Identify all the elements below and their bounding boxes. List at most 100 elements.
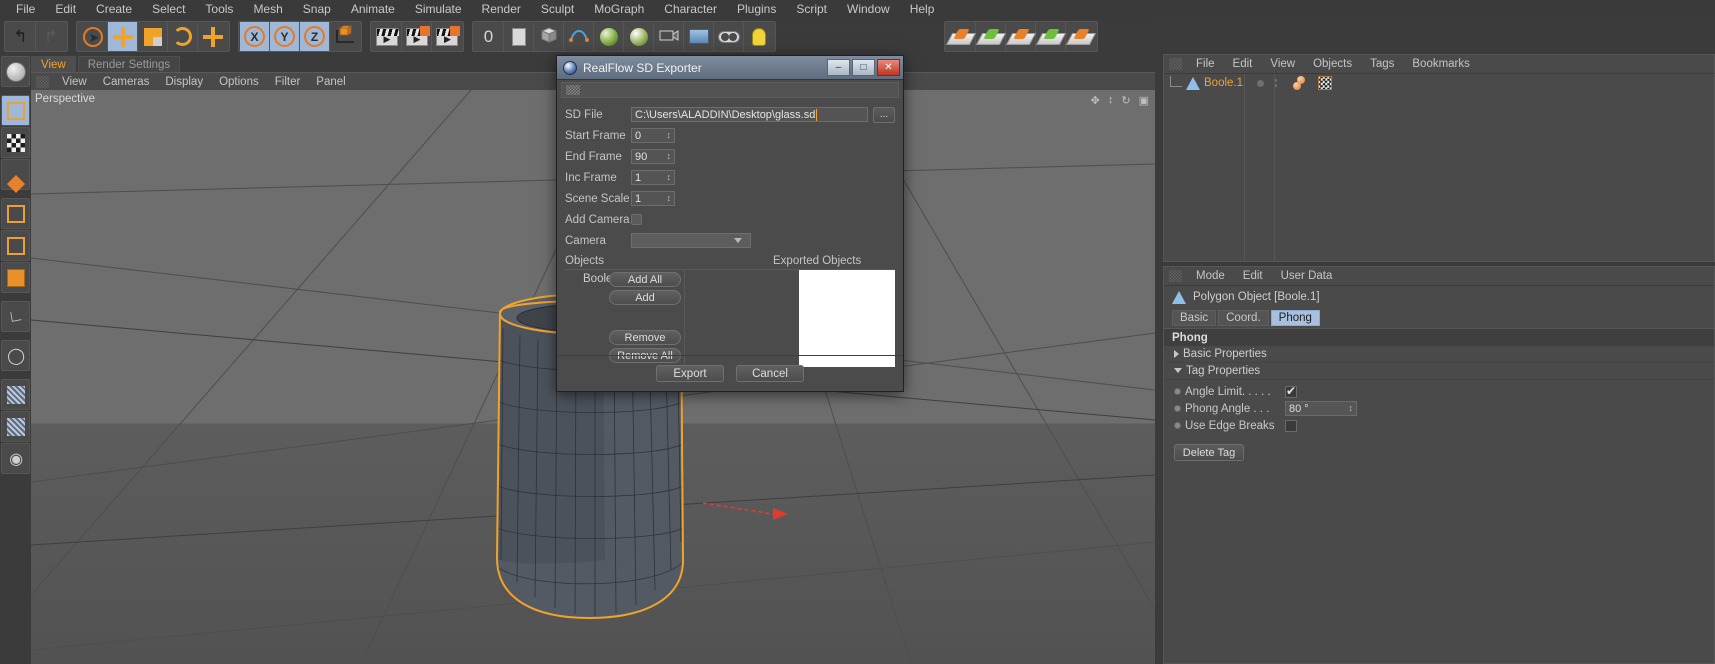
group-basic-properties[interactable]: Basic Properties — [1164, 346, 1714, 363]
stepper-icon[interactable]: ↕ — [667, 131, 672, 140]
quantize-button[interactable] — [1, 411, 30, 442]
minimize-button[interactable]: – — [827, 59, 850, 76]
attr-tab-coord[interactable]: Coord. — [1218, 310, 1269, 326]
rotate-view-icon[interactable]: ↻ — [1121, 94, 1130, 107]
object-menu-file[interactable]: File — [1187, 55, 1224, 74]
add-camera-checkbox[interactable] — [631, 214, 642, 225]
menu-item-simulate[interactable]: Simulate — [405, 0, 472, 19]
visibility-dot-icon[interactable] — [1257, 79, 1265, 87]
stepper-icon[interactable]: ↕ — [1349, 404, 1354, 413]
material-tag-icon[interactable] — [1293, 76, 1309, 90]
scale-tool-button[interactable] — [138, 22, 168, 51]
object-row-boole[interactable]: Boole.1 — [1164, 74, 1714, 92]
add-stereoscopic-button[interactable] — [714, 22, 744, 51]
maximize-view-icon[interactable]: ▣ — [1139, 94, 1149, 107]
menu-item-edit[interactable]: Edit — [45, 0, 86, 19]
viewport-menu-panel[interactable]: Panel — [308, 73, 353, 91]
points-mode-button[interactable] — [1, 159, 30, 193]
viewport-menu-view[interactable]: View — [54, 73, 95, 91]
content-browser-button[interactable] — [504, 22, 534, 51]
layout-preset-3-button[interactable] — [1005, 22, 1036, 51]
menu-item-plugins[interactable]: Plugins — [727, 0, 786, 19]
tab-render-settings[interactable]: Render Settings — [77, 56, 181, 72]
add-environment-button[interactable] — [684, 22, 714, 51]
attr-menu-user-data[interactable]: User Data — [1272, 267, 1342, 286]
stepper-icon[interactable]: ↕ — [667, 152, 672, 161]
close-button[interactable]: ✕ — [877, 59, 900, 76]
menu-item-mesh[interactable]: Mesh — [243, 0, 292, 19]
drag-grip-icon[interactable] — [1169, 58, 1182, 70]
menu-item-snap[interactable]: Snap — [293, 0, 341, 19]
render-view-button[interactable]: ▶ — [372, 22, 402, 51]
texture-mode-button[interactable] — [1, 127, 30, 158]
menu-item-animate[interactable]: Animate — [341, 0, 405, 19]
attr-tab-basic[interactable]: Basic — [1172, 310, 1217, 326]
add-generator-button[interactable] — [594, 22, 624, 51]
viewport-menu-options[interactable]: Options — [211, 73, 267, 91]
attr-menu-mode[interactable]: Mode — [1187, 267, 1234, 286]
drag-grip-icon[interactable] — [36, 75, 49, 88]
menu-item-sculpt[interactable]: Sculpt — [531, 0, 584, 19]
object-menu-objects[interactable]: Objects — [1304, 55, 1361, 74]
add-button[interactable]: Add — [609, 290, 681, 305]
object-menu-bookmarks[interactable]: Bookmarks — [1403, 55, 1479, 74]
snap-settings-button[interactable]: ◉ — [1, 443, 30, 474]
add-light-button[interactable] — [744, 22, 774, 51]
objects-list[interactable]: Boole.1 Add All Add Remove Remove All — [565, 269, 685, 369]
menu-item-create[interactable]: Create — [86, 0, 142, 19]
phong-angle-input[interactable]: 80 ° ↕ — [1285, 401, 1357, 416]
viewport-menu-cameras[interactable]: Cameras — [95, 73, 158, 91]
animate-bullet-icon[interactable] — [1174, 422, 1181, 429]
undo-button[interactable]: ↰ — [6, 22, 36, 51]
export-button[interactable]: Export — [656, 365, 724, 382]
phong-tag-icon[interactable] — [1318, 76, 1333, 90]
select-tool-button[interactable]: ➤ — [78, 22, 108, 51]
inc-frame-input[interactable]: 1 ↕ — [631, 170, 675, 185]
browse-button[interactable]: ... — [873, 106, 895, 123]
angle-limit-checkbox[interactable] — [1285, 384, 1297, 398]
menu-item-window[interactable]: Window — [837, 0, 900, 19]
object-menu-edit[interactable]: Edit — [1224, 55, 1262, 74]
world-object-coordinates-button[interactable] — [330, 22, 360, 51]
viewport-solo-button[interactable] — [1, 379, 30, 410]
layout-preset-2-button[interactable] — [975, 22, 1006, 51]
tab-view[interactable]: View — [31, 56, 76, 72]
workplane-button[interactable]: ∟ — [1, 301, 30, 332]
dialog-toolbar-grip[interactable] — [561, 82, 899, 98]
menu-item-tools[interactable]: Tools — [195, 0, 243, 19]
menu-item-file[interactable]: File — [6, 0, 45, 19]
layout-preset-5-button[interactable] — [1065, 22, 1097, 51]
add-deformer-button[interactable] — [624, 22, 654, 51]
exported-objects-white-pane[interactable] — [799, 270, 895, 367]
viewport-menu-display[interactable]: Display — [157, 73, 211, 91]
viewport-menu-filter[interactable]: Filter — [267, 73, 309, 91]
menu-item-help[interactable]: Help — [900, 0, 945, 19]
menu-item-select[interactable]: Select — [142, 0, 195, 19]
lock-z-axis-button[interactable]: Z — [300, 22, 330, 51]
object-menu-view[interactable]: View — [1261, 55, 1304, 74]
animate-bullet-icon[interactable] — [1174, 388, 1181, 395]
rotate-tool-button[interactable] — [168, 22, 198, 51]
add-spline-button[interactable] — [564, 22, 594, 51]
delete-tag-button[interactable]: Delete Tag — [1174, 444, 1244, 461]
animate-bullet-icon[interactable] — [1174, 405, 1181, 412]
scene-scale-input[interactable]: 1 ↕ — [631, 191, 675, 206]
remove-button[interactable]: Remove — [609, 330, 681, 345]
add-all-button[interactable]: Add All — [609, 272, 681, 287]
pan-icon[interactable]: ✥ — [1091, 94, 1100, 107]
model-mode-button[interactable] — [1, 95, 30, 126]
add-camera-button[interactable] — [654, 22, 684, 51]
maximize-button[interactable]: □ — [852, 59, 875, 76]
lock-x-axis-button[interactable]: X — [240, 22, 270, 51]
visibility-dots-icon[interactable] — [1274, 79, 1278, 87]
undo-view-button[interactable] — [1, 56, 30, 87]
menu-item-character[interactable]: Character — [654, 0, 727, 19]
lock-y-axis-button[interactable]: Y — [270, 22, 300, 51]
add-cube-button[interactable] — [534, 22, 564, 51]
attr-menu-edit[interactable]: Edit — [1234, 267, 1272, 286]
group-tag-properties[interactable]: Tag Properties — [1164, 363, 1714, 380]
realflow-sd-exporter-dialog[interactable]: RealFlow SD Exporter – □ ✕ SD File C:\Us… — [556, 55, 904, 392]
dialog-title-bar[interactable]: RealFlow SD Exporter – □ ✕ — [557, 56, 903, 80]
enable-axis-button[interactable]: ◯ — [1, 340, 30, 371]
move-tool-button[interactable] — [108, 22, 138, 51]
